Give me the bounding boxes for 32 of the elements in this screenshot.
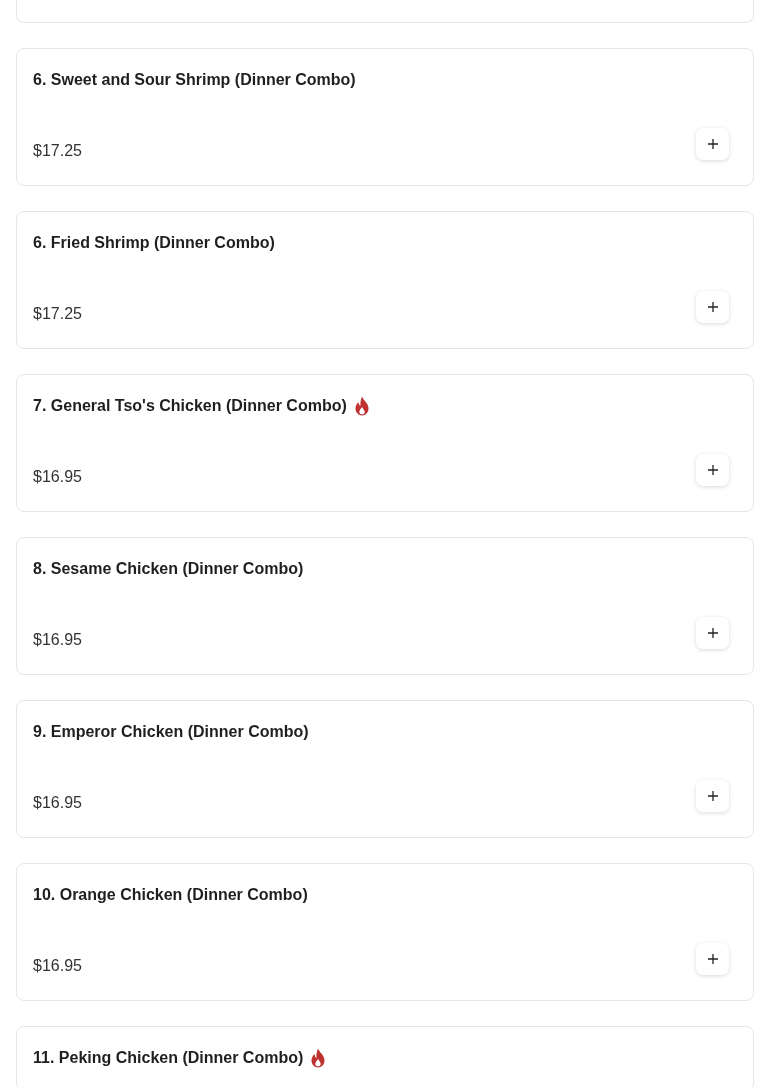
item-title: 8. Sesame Chicken (Dinner Combo) [33,560,304,578]
item-title: 6. Sweet and Sour Shrimp (Dinner Combo) [33,71,356,89]
plus-icon [707,791,718,801]
item-title: 11. Peking Chicken (Dinner Combo) [33,1049,304,1067]
add-button[interactable] [696,617,729,649]
item-price: $16.95 [33,467,82,487]
add-button[interactable] [696,780,729,812]
menu-item-card[interactable]: 6. Fried Shrimp (Dinner Combo) $17.25 [16,211,754,349]
plus-icon [707,465,718,475]
add-button[interactable] [696,454,729,486]
item-title: 6. Fried Shrimp (Dinner Combo) [33,234,275,252]
plus-icon [707,139,718,149]
plus-icon [707,954,718,964]
menu-item-card[interactable]: 11. Peking Chicken (Dinner Combo) [16,1026,754,1087]
item-price: $16.95 [33,956,82,976]
plus-icon [707,628,718,638]
item-price: $16.95 [33,630,82,650]
menu-item-card[interactable]: 7. General Tso's Chicken (Dinner Combo) $16.95 [16,374,754,512]
item-title: 9. Emperor Chicken (Dinner Combo) [33,723,309,741]
add-button[interactable] [696,291,729,323]
plus-icon [707,302,718,312]
menu-item-card[interactable]: 10. Orange Chicken (Dinner Combo) $16.95 [16,863,754,1001]
menu-item-card[interactable]: 6. Sweet and Sour Shrimp (Dinner Combo) $17.25 [16,48,754,186]
add-button[interactable] [696,943,729,975]
item-price: $17.25 [33,304,82,324]
item-title: 10. Orange Chicken (Dinner Combo) [33,886,308,904]
item-title: 7. General Tso's Chicken (Dinner Combo) [33,397,347,415]
menu-item-card[interactable]: 9. Emperor Chicken (Dinner Combo) $16.95 [16,700,754,838]
add-button[interactable] [696,128,729,160]
menu-item-card[interactable]: 8. Sesame Chicken (Dinner Combo) $16.95 [16,537,754,675]
item-price: $17.25 [33,141,82,161]
item-price: $16.95 [33,793,82,813]
